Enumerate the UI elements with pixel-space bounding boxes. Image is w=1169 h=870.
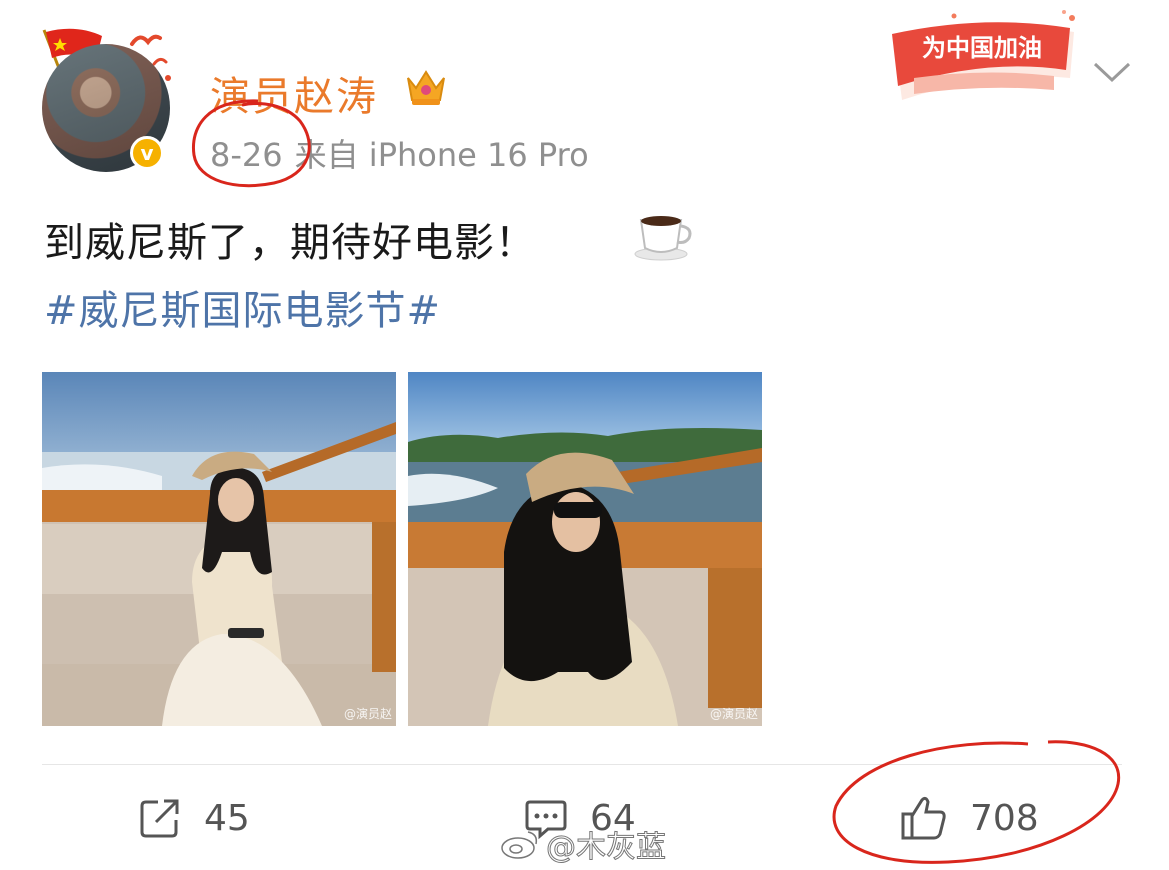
repost-count: 45: [204, 797, 250, 839]
overlay-watermark-text: @木灰蓝: [546, 830, 667, 866]
hashtag-link[interactable]: #威尼斯国际电影节#: [44, 278, 441, 336]
crown-icon: [407, 70, 445, 105]
post-text: 到威尼斯了，期待好电影！: [44, 220, 536, 266]
post-source: 来自 iPhone 16 Pro: [294, 136, 589, 174]
share-square-icon: [140, 799, 179, 838]
photo-1-image: [42, 372, 396, 726]
annotation-circle-date: [191, 99, 311, 188]
chevron-down-icon[interactable]: [1092, 60, 1132, 86]
post-photo-2[interactable]: @演员赵: [408, 372, 762, 726]
weibo-logo-icon: [501, 831, 538, 859]
photo-1-watermark: @演员赵: [343, 707, 392, 721]
verified-v-icon: v: [130, 136, 164, 170]
overlay-watermark: @木灰蓝: [500, 822, 667, 866]
post-photo-1[interactable]: @演员赵: [42, 372, 396, 726]
photo-2-watermark: @演员赵: [709, 707, 758, 721]
repost-button[interactable]: 45: [138, 790, 250, 846]
photo-2-image: [408, 372, 762, 726]
campaign-badge-text: 为中国加油: [922, 34, 1042, 62]
coffee-cup-icon: [634, 216, 692, 261]
annotation-circle-like: [832, 740, 1121, 864]
campaign-badge[interactable]: 为中国加油: [884, 8, 1084, 108]
